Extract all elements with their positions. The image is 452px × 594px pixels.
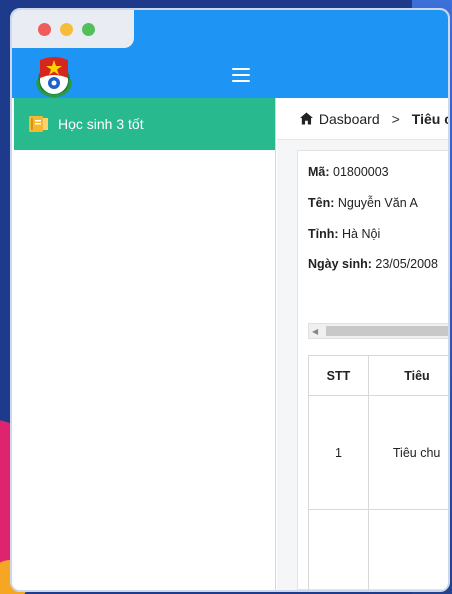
student-name-label: Tên: — [308, 196, 335, 210]
student-name-value: Nguyễn Văn A — [337, 196, 418, 210]
student-info-card: Mã: 01800003 Tên: Nguyễn Văn A Tỉnh: Hà … — [297, 150, 448, 590]
column-header-stt: STT — [308, 355, 369, 396]
table-row: 1 Tiêu chu — [308, 395, 448, 510]
table-cell-tieu-chi: Tiêu chu — [367, 395, 448, 510]
sidebar-item-hoc-sinh-3-tot[interactable]: Học sinh 3 tốt — [14, 98, 275, 150]
student-code-value: 01800003 — [333, 165, 389, 179]
table-cell-stt: 1 — [308, 395, 369, 510]
minimize-window-icon[interactable] — [60, 22, 73, 36]
breadcrumb-separator: > — [391, 110, 400, 127]
sidebar: Học sinh 3 tốt — [14, 98, 276, 590]
scrollbar-thumb[interactable] — [326, 326, 448, 336]
maximize-window-icon[interactable] — [82, 22, 95, 36]
student-province-value: Hà Nội — [342, 227, 381, 241]
table-row — [308, 509, 448, 590]
table-cell-tieu-chi — [367, 509, 448, 590]
student-birthdate-row: Ngày sinh: 23/05/2008 — [308, 257, 438, 271]
student-code-row: Mã: 01800003 — [308, 165, 389, 179]
scroll-left-icon[interactable]: ◀ — [312, 327, 318, 336]
student-code-label: Mã: — [308, 165, 330, 179]
table-cell-stt — [308, 509, 369, 590]
home-icon — [300, 112, 313, 125]
criteria-table: STT Tiêu 1 Tiêu chu — [308, 355, 448, 590]
youth-union-emblem-icon[interactable] — [30, 50, 78, 98]
student-birthdate-label: Ngày sinh: — [308, 257, 372, 271]
close-window-icon[interactable] — [38, 22, 51, 36]
student-name-row: Tên: Nguyễn Văn A — [308, 196, 418, 210]
student-province-row: Tỉnh: Hà Nội — [308, 227, 380, 241]
book-icon — [29, 116, 48, 132]
breadcrumb: Dasboard > Tiêu c — [277, 98, 450, 140]
window-titlebar — [12, 10, 134, 48]
breadcrumb-home-link[interactable]: Dasboard — [319, 111, 380, 127]
sidebar-item-label: Học sinh 3 tốt — [58, 116, 144, 132]
breadcrumb-current: Tiêu c — [411, 110, 450, 127]
student-province-label: Tỉnh: — [308, 227, 339, 241]
main-content: Dasboard > Tiêu c Mã: 01800003 Tên: Nguy… — [277, 98, 450, 590]
browser-window: Học sinh 3 tốt Dasboard > Tiêu c Mã: 018… — [10, 8, 450, 592]
column-header-tieu-chi: Tiêu — [367, 355, 448, 396]
horizontal-scrollbar[interactable]: ◀ — [308, 323, 448, 339]
hamburger-icon[interactable] — [232, 68, 250, 82]
student-birthdate-value: 23/05/2008 — [375, 257, 438, 271]
